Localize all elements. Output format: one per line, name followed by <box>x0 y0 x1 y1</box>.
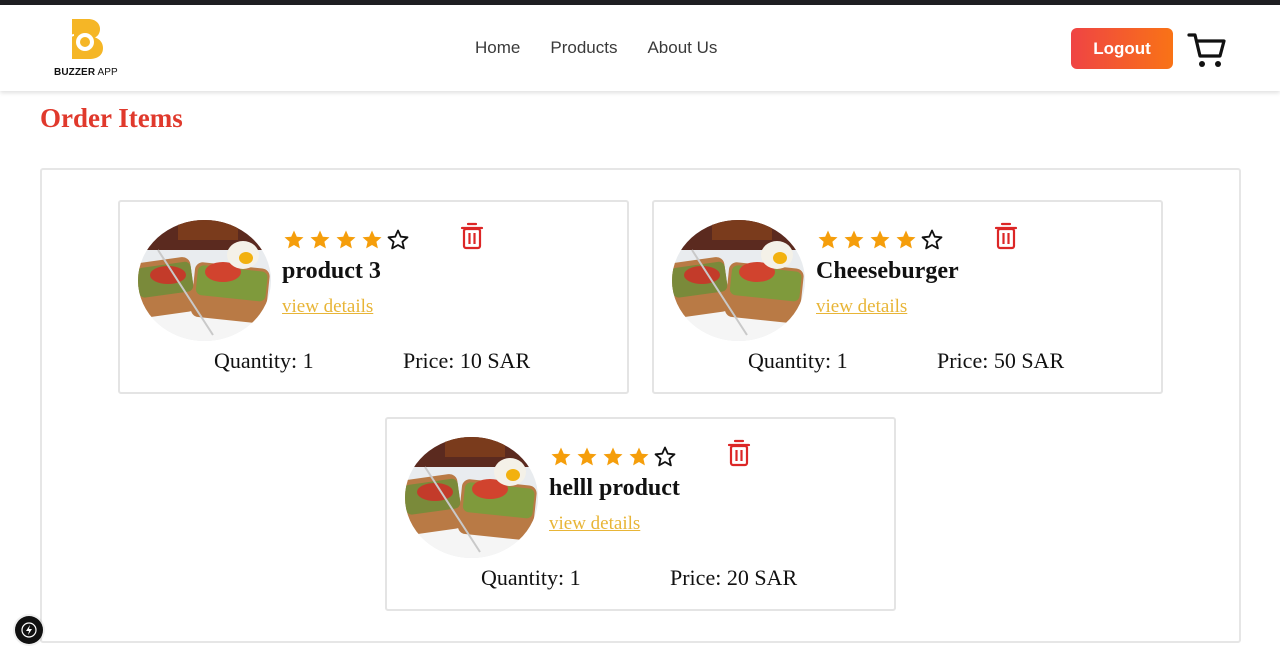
dev-badge-bolt-icon[interactable] <box>15 616 43 644</box>
star-filled-icon <box>868 228 892 257</box>
star-filled-icon <box>360 228 384 257</box>
price-label: Price: 20 SAR <box>670 565 798 590</box>
product-name: Cheeseburger <box>816 258 959 284</box>
quantity-label: Quantity: 1 <box>481 565 581 590</box>
star-filled-icon <box>627 445 651 474</box>
brand-name: BUZZER APP <box>54 67 118 78</box>
food-photo <box>405 437 538 558</box>
star-filled-icon <box>842 228 866 257</box>
nav-products[interactable]: Products <box>550 38 617 58</box>
nav-about-us[interactable]: About Us <box>647 38 717 58</box>
product-name: product 3 <box>282 258 381 284</box>
star-filled-icon <box>334 228 358 257</box>
navbar: BUZZER APP Home Products About Us Logout <box>0 5 1280 91</box>
quantity-label: Quantity: 1 <box>214 348 314 373</box>
trash-icon[interactable] <box>460 222 484 250</box>
brand-logo[interactable]: BUZZER APP <box>54 17 124 79</box>
star-filled-icon <box>894 228 918 257</box>
trash-icon[interactable] <box>727 439 751 467</box>
star-filled-icon <box>282 228 306 257</box>
star-filled-icon <box>601 445 625 474</box>
star-filled-icon <box>816 228 840 257</box>
star-outline-icon <box>653 445 677 474</box>
trash-icon[interactable] <box>994 222 1018 250</box>
product-name: helll product <box>549 475 680 501</box>
order-item-card: helll product view details Quantity: 1 P… <box>385 417 896 611</box>
logout-button[interactable]: Logout <box>1071 28 1173 69</box>
food-photo <box>138 220 271 341</box>
buzzer-logo-icon <box>69 19 103 59</box>
food-photo <box>672 220 805 341</box>
nav-home[interactable]: Home <box>475 38 520 58</box>
star-filled-icon <box>308 228 332 257</box>
star-outline-icon <box>920 228 944 257</box>
cart-icon[interactable] <box>1187 30 1227 70</box>
star-filled-icon <box>575 445 599 474</box>
view-details-link[interactable]: view details <box>282 296 373 318</box>
star-filled-icon <box>549 445 573 474</box>
rating-stars <box>282 228 410 257</box>
rating-stars <box>549 445 677 474</box>
price-label: Price: 10 SAR <box>403 348 531 373</box>
view-details-link[interactable]: view details <box>549 513 640 535</box>
view-details-link[interactable]: view details <box>816 296 907 318</box>
rating-stars <box>816 228 944 257</box>
star-outline-icon <box>386 228 410 257</box>
price-label: Price: 50 SAR <box>937 348 1065 373</box>
quantity-label: Quantity: 1 <box>748 348 848 373</box>
order-item-card: Cheeseburger view details Quantity: 1 Pr… <box>652 200 1163 394</box>
main-nav: Home Products About Us <box>475 38 717 58</box>
order-item-card: product 3 view details Quantity: 1 Price… <box>118 200 629 394</box>
page-title: Order Items <box>40 103 183 133</box>
